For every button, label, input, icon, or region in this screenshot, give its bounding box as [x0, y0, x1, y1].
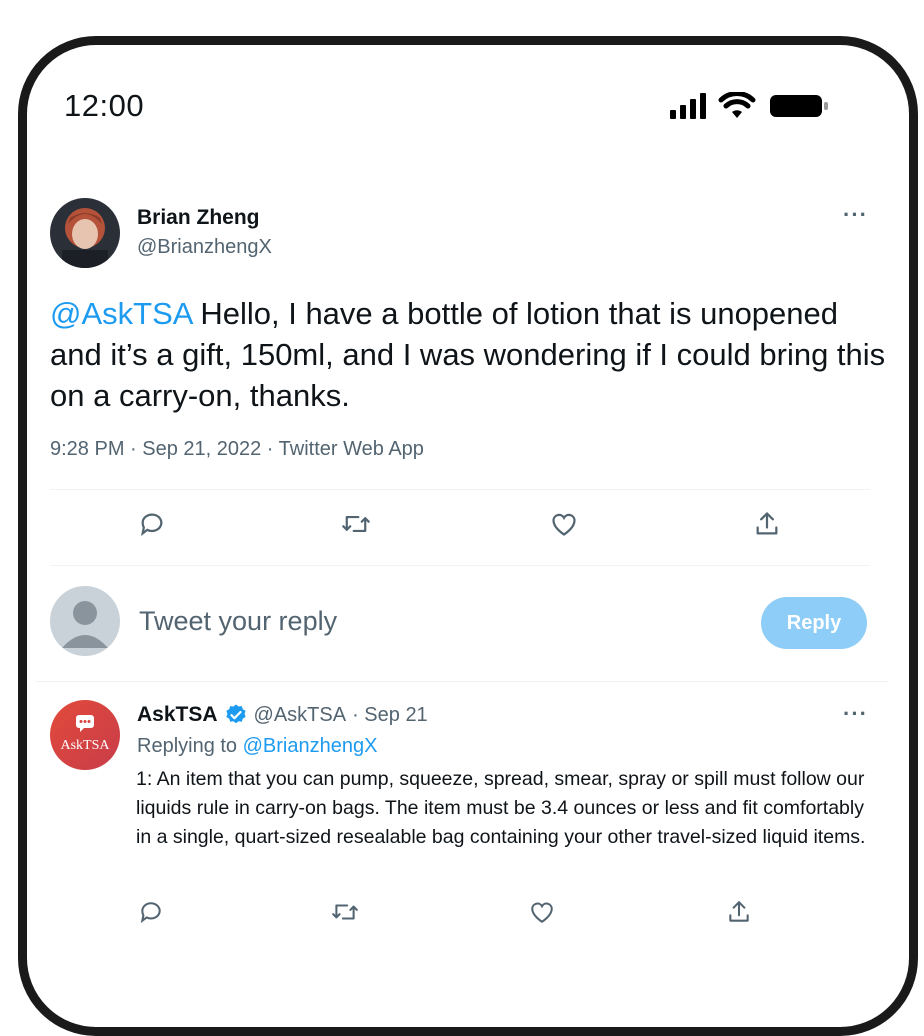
cellular-signal-icon [670, 93, 706, 119]
divider [50, 565, 870, 566]
verified-badge-icon [225, 704, 246, 724]
replying-to-label: Replying to [137, 735, 243, 757]
reply-share-icon[interactable] [724, 897, 754, 927]
user-avatar[interactable] [50, 586, 120, 656]
asktsa-avatar[interactable]: AskTSA [50, 700, 120, 770]
tweet-timestamp[interactable]: 9:28 PM · Sep 21, 2022 · Twitter Web App [50, 438, 424, 461]
reply-reply-icon[interactable] [136, 897, 166, 927]
reply-like-icon[interactable] [527, 897, 557, 927]
tweet-text: @AskTSA Hello, I have a bottle of lotion… [50, 293, 890, 416]
battery-icon [770, 95, 828, 117]
reply-more-options-icon[interactable]: ··· [843, 701, 868, 727]
mention-link[interactable]: @AskTSA [50, 296, 192, 331]
author-handle[interactable]: @BrianzhengX [137, 236, 272, 259]
reply-retweet-icon[interactable] [330, 897, 360, 927]
divider [36, 681, 888, 682]
author-name[interactable]: Brian Zheng [137, 206, 260, 230]
reply-text: 1: An item that you can pump, squeeze, s… [136, 768, 866, 848]
status-time: 12:00 [64, 88, 145, 123]
retweet-icon[interactable] [341, 509, 371, 539]
asktsa-avatar-text: AskTSA [60, 738, 110, 753]
reply-button[interactable]: Reply [761, 597, 867, 649]
like-icon[interactable] [549, 509, 579, 539]
replying-to: Replying to @BrianzhengX [137, 735, 377, 758]
replying-to-link[interactable]: @BrianzhengX [243, 735, 378, 757]
more-options-icon[interactable]: ··· [843, 202, 868, 228]
status-icons [670, 92, 830, 120]
share-icon[interactable] [752, 509, 782, 539]
author-avatar[interactable] [50, 198, 120, 268]
reply-header: AskTSA @AskTSA · Sep 21 [137, 703, 428, 727]
reply-input[interactable]: Tweet your reply [139, 606, 337, 637]
reply-author-handle[interactable]: @AskTSA [254, 704, 347, 727]
divider [50, 489, 870, 490]
reply-author-name[interactable]: AskTSA [137, 703, 218, 727]
wifi-icon [718, 92, 756, 118]
reply-date[interactable]: · Sep 21 [352, 704, 428, 727]
reply-icon[interactable] [137, 509, 167, 539]
